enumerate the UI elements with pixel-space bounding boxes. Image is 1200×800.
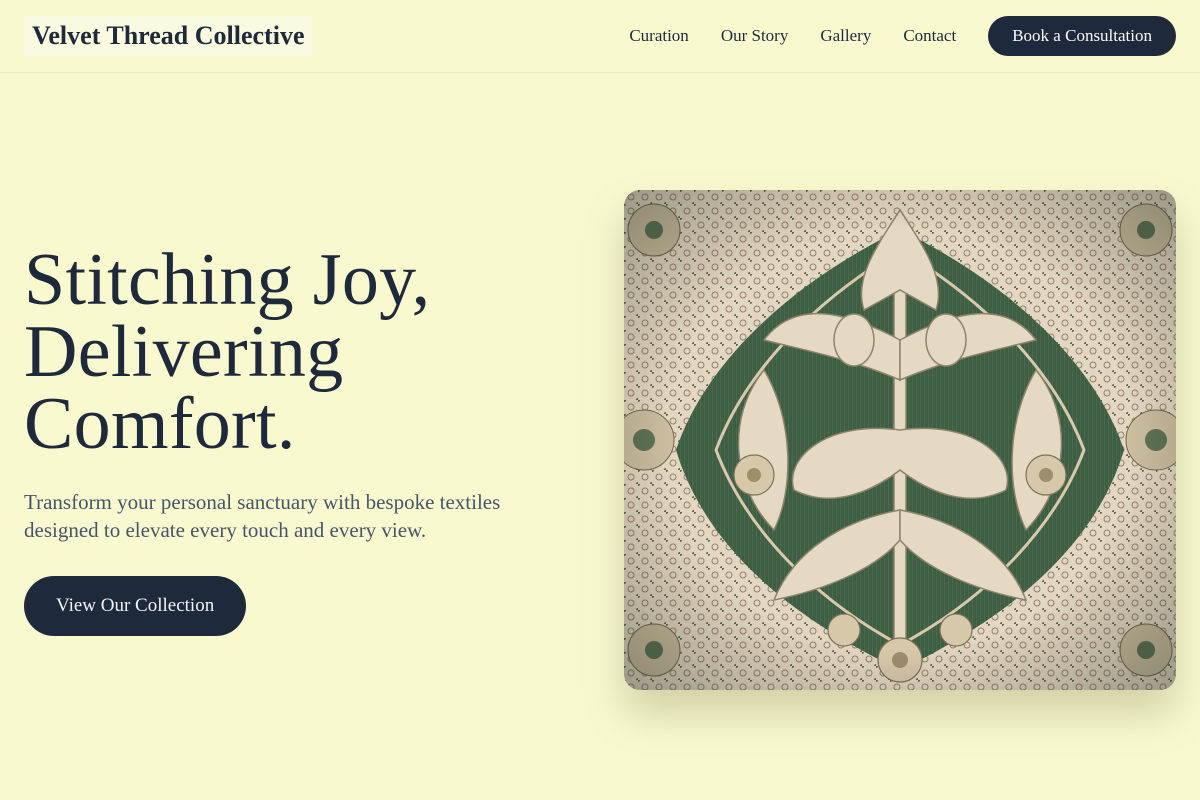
nav-link-our-story[interactable]: Our Story [721, 26, 789, 46]
nav-link-curation[interactable]: Curation [629, 26, 689, 46]
hero-headline-line-3: Comfort. [24, 383, 296, 465]
book-consultation-button[interactable]: Book a Consultation [988, 16, 1176, 56]
hero-headline-line-2: Delivering [24, 311, 344, 393]
hero-subtitle: Transform your personal sanctuary with b… [24, 490, 501, 542]
hero-headline: Stitching Joy, Delivering Comfort. [24, 239, 564, 465]
nav-link-contact[interactable]: Contact [903, 26, 956, 46]
nav-link-gallery[interactable]: Gallery [820, 26, 871, 46]
site-header: Velvet Thread Collective Curation Our St… [0, 0, 1200, 73]
hero-textile-image [624, 190, 1176, 690]
hero-section: Stitching Joy, Delivering Comfort. Trans… [24, 239, 564, 636]
hero-headline-line-1: Stitching Joy, [24, 239, 431, 321]
damask-pattern-graphic [624, 190, 1176, 690]
main-nav: Curation Our Story Gallery Contact Book … [629, 16, 1176, 56]
brand-logo[interactable]: Velvet Thread Collective [24, 16, 313, 56]
view-collection-button[interactable]: View Our Collection [24, 576, 247, 636]
